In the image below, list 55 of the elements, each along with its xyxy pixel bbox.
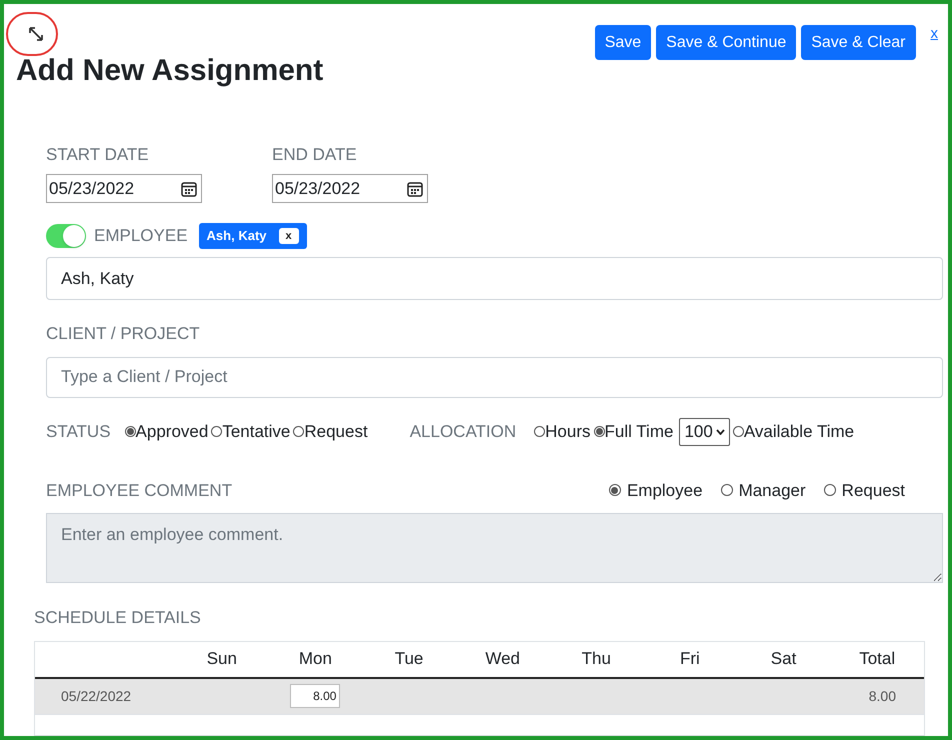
radio-button[interactable] — [824, 484, 836, 496]
column-header: Wed — [484, 648, 522, 670]
radio-button[interactable] — [211, 426, 222, 437]
field-label: CLIENT / PROJECT — [46, 323, 201, 345]
radio-label: Full Time — [604, 420, 674, 443]
column-header: Sat — [770, 648, 798, 670]
comment-field[interactable]: Enter an employee comment. — [46, 513, 943, 583]
caret-icon — [716, 428, 725, 434]
radio-button[interactable] — [732, 426, 744, 437]
resize-icon[interactable] — [28, 26, 44, 42]
date-field[interactable]: 05/23/2022 — [272, 174, 428, 203]
radio-button[interactable] — [720, 484, 733, 496]
radio-label: Available Time — [744, 420, 854, 443]
column-header: Tue — [394, 648, 424, 670]
client-project-field[interactable]: Type a Client / Project — [46, 356, 943, 398]
field-label: STATUS — [46, 420, 111, 443]
radio-button[interactable] — [124, 426, 136, 437]
date-field[interactable]: 05/23/2022 — [46, 174, 202, 203]
allocation-select[interactable]: 100 — [679, 418, 730, 446]
close-link[interactable]: x — [930, 23, 938, 46]
radio-button[interactable] — [293, 426, 304, 437]
action-button[interactable]: Save — [594, 25, 652, 60]
tag-label: Ash, Katy — [206, 227, 267, 246]
action-button[interactable]: Save & Continue — [656, 25, 796, 60]
radio-button[interactable] — [534, 426, 546, 437]
column-header: Mon — [298, 648, 333, 670]
radio-label: Approved — [136, 420, 208, 443]
radio-label: Manager — [738, 480, 806, 502]
employee-field[interactable]: Ash, Katy — [46, 257, 943, 300]
action-button[interactable]: Save & Clear — [801, 25, 916, 60]
radio-label: Request — [842, 480, 905, 502]
hours-field[interactable]: 8.00 — [290, 684, 340, 708]
field-label: EMPLOYEE — [94, 225, 188, 248]
field-label: END DATE — [272, 144, 358, 166]
table-cell-text: 05/22/2022 — [60, 686, 132, 706]
radio-label: Hours — [545, 420, 590, 443]
dialog-title: Add New Assignment — [16, 53, 324, 89]
column-header: Sun — [206, 648, 238, 670]
radio-button[interactable] — [608, 484, 621, 496]
section-heading: SCHEDULE DETAILS — [34, 607, 202, 629]
radio-button[interactable] — [594, 426, 604, 437]
radio-label: Employee — [626, 480, 703, 502]
column-header: Total — [858, 648, 896, 670]
calendar-icon[interactable] — [406, 180, 424, 198]
calendar-icon[interactable] — [180, 180, 198, 198]
remove-tag-button[interactable]: x — [278, 228, 299, 244]
column-header: Fri — [679, 648, 701, 670]
radio-label: Tentative — [222, 420, 290, 443]
employee-toggle[interactable] — [46, 224, 86, 248]
table-cell-text: 8.00 — [868, 686, 897, 706]
field-label: START DATE — [46, 144, 150, 166]
field-label: EMPLOYEE COMMENT — [46, 480, 232, 502]
field-label: ALLOCATION — [410, 420, 516, 443]
radio-label: Request — [304, 420, 368, 443]
column-header: Thu — [580, 648, 612, 670]
